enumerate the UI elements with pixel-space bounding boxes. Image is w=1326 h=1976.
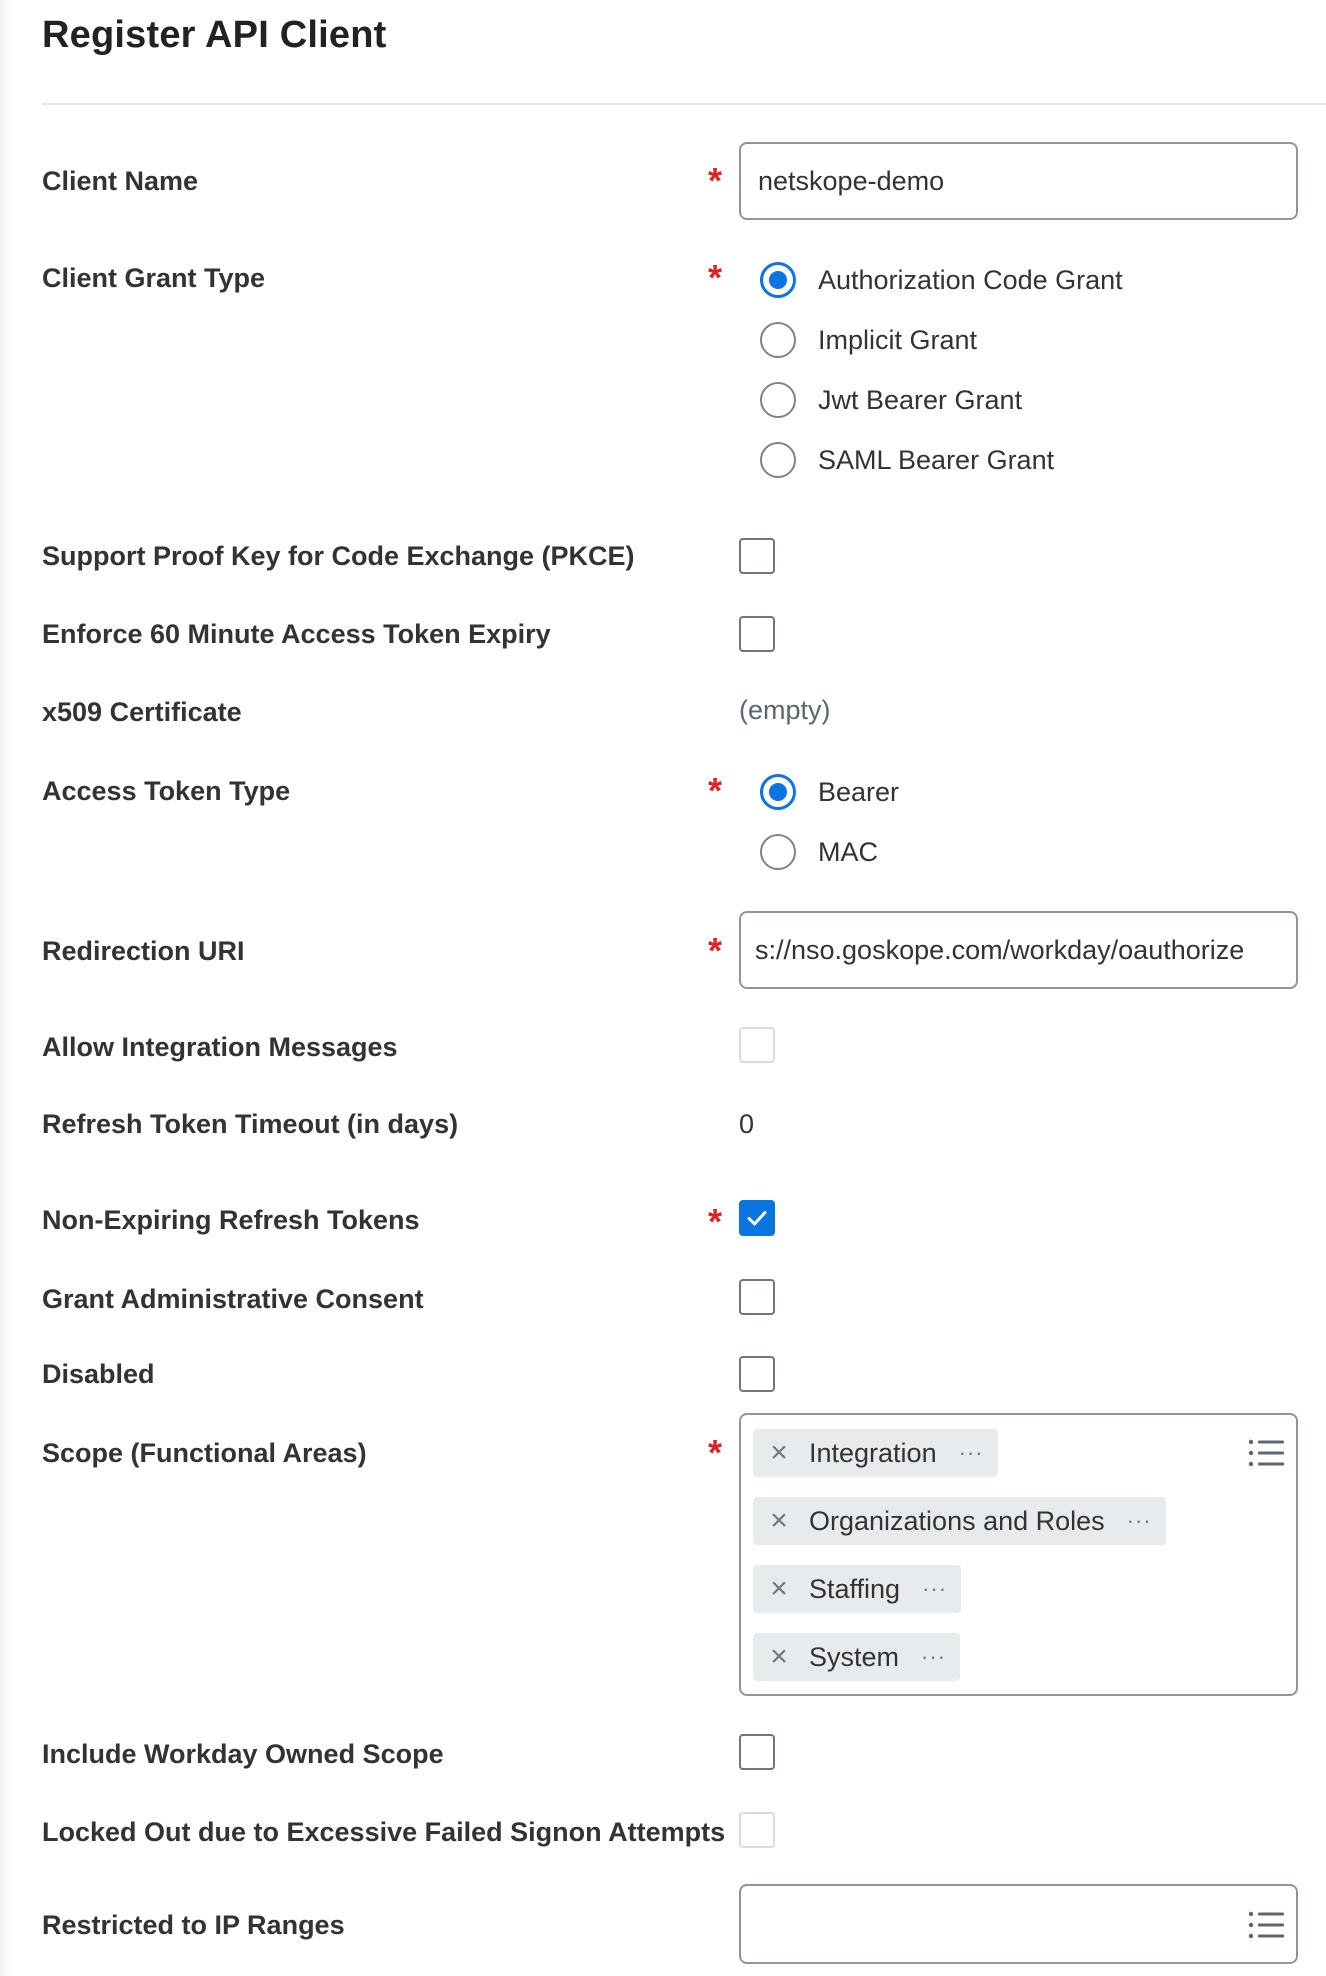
client-name-value: netskope-demo <box>758 166 945 196</box>
scope-pill-staffing[interactable]: × Staffing ··· <box>753 1565 962 1613</box>
client-grant-type-label: Client Grant Type <box>42 263 266 293</box>
radio-label: Jwt Bearer Grant <box>818 385 1023 415</box>
radio-button[interactable] <box>760 442 796 478</box>
access-token-type-label: Access Token Type <box>42 776 291 806</box>
locked-out-checkbox <box>739 1812 775 1848</box>
close-icon[interactable]: × <box>767 1574 791 1604</box>
radio-saml-bearer-grant[interactable]: SAML Bearer Grant <box>760 440 1054 480</box>
scope-pill-label: System <box>809 1642 900 1672</box>
redirection-uri-value: s://nso.goskope.com/workday/oauthorize <box>755 935 1245 965</box>
radio-button-selected[interactable] <box>760 262 796 298</box>
client-grant-type-required-marker: * <box>708 257 723 298</box>
radio-bearer[interactable]: Bearer <box>760 772 899 812</box>
pkce-label: Support Proof Key for Code Exchange (PKC… <box>42 541 635 571</box>
client-name-label: Client Name <box>42 166 199 196</box>
scope-pill-label: Organizations and Roles <box>809 1506 1105 1536</box>
scope-pill-organizations-and-roles[interactable]: × Organizations and Roles ··· <box>753 1497 1166 1545</box>
client-name-required-marker: * <box>708 160 723 201</box>
left-edge-shade <box>0 0 12 1976</box>
radio-label: Bearer <box>818 777 900 807</box>
allow-integration-messages-label: Allow Integration Messages <box>42 1032 398 1062</box>
radio-button-selected[interactable] <box>760 774 796 810</box>
radio-label: Authorization Code Grant <box>818 265 1123 295</box>
ellipsis-icon[interactable]: ··· <box>922 1578 947 1600</box>
radio-button[interactable] <box>760 322 796 358</box>
radio-button[interactable] <box>760 382 796 418</box>
include-workday-owned-scope-label: Include Workday Owned Scope <box>42 1739 444 1769</box>
x509-certificate-value: (empty) <box>739 695 831 725</box>
refresh-token-timeout-label: Refresh Token Timeout (in days) <box>42 1109 459 1139</box>
non-expiring-refresh-tokens-checkbox[interactable] <box>739 1200 775 1236</box>
radio-authorization-code-grant[interactable]: Authorization Code Grant <box>760 260 1123 300</box>
refresh-token-timeout-value: 0 <box>739 1109 755 1139</box>
radio-mac[interactable]: MAC <box>760 832 878 872</box>
list-icon[interactable] <box>1248 1439 1284 1467</box>
close-icon[interactable]: × <box>767 1438 791 1468</box>
scope-pill-label: Staffing <box>809 1574 901 1604</box>
redirection-uri-required-marker: * <box>708 930 723 971</box>
radio-jwt-bearer-grant[interactable]: Jwt Bearer Grant <box>760 380 1022 420</box>
redirection-uri-field[interactable]: s://nso.goskope.com/workday/oauthorize <box>739 911 1298 989</box>
radio-label: Implicit Grant <box>818 325 978 355</box>
list-icon[interactable] <box>1248 1911 1284 1939</box>
scope-pill-label: Integration <box>809 1438 937 1468</box>
close-icon[interactable]: × <box>767 1506 791 1536</box>
scope-multiselect[interactable]: × Integration ··· × Organizations and Ro… <box>739 1413 1298 1696</box>
token-expiry-label: Enforce 60 Minute Access Token Expiry <box>42 619 551 649</box>
close-icon[interactable]: × <box>767 1642 791 1672</box>
radio-implicit-grant[interactable]: Implicit Grant <box>760 320 977 360</box>
radio-label: MAC <box>818 837 878 867</box>
non-expiring-refresh-tokens-label: Non-Expiring Refresh Tokens <box>42 1205 420 1235</box>
grant-admin-consent-checkbox[interactable] <box>739 1279 775 1315</box>
allow-integration-messages-checkbox <box>739 1027 775 1063</box>
include-workday-owned-scope-checkbox[interactable] <box>739 1734 775 1770</box>
scope-pill-integration[interactable]: × Integration ··· <box>753 1429 998 1477</box>
locked-out-label: Locked Out due to Excessive Failed Signo… <box>42 1817 726 1847</box>
radio-label: SAML Bearer Grant <box>818 445 1055 475</box>
disabled-label: Disabled <box>42 1359 155 1389</box>
restricted-ip-ranges-label: Restricted to IP Ranges <box>42 1910 345 1940</box>
page-title: Register API Client <box>42 14 387 56</box>
client-name-field[interactable]: netskope-demo <box>739 142 1298 220</box>
scope-label: Scope (Functional Areas) <box>42 1438 367 1468</box>
restricted-ip-ranges-field[interactable] <box>739 1884 1298 1964</box>
token-expiry-checkbox[interactable] <box>739 616 775 652</box>
disabled-checkbox[interactable] <box>739 1356 775 1392</box>
ellipsis-icon[interactable]: ··· <box>1127 1510 1152 1532</box>
access-token-type-required-marker: * <box>708 770 723 811</box>
checkmark-icon <box>747 1211 767 1226</box>
register-api-client-page: Register API Client Client Name * netsko… <box>0 0 1326 1976</box>
scope-required-marker: * <box>708 1432 723 1473</box>
radio-button[interactable] <box>760 834 796 870</box>
ellipsis-icon[interactable]: ··· <box>959 1442 984 1464</box>
pkce-checkbox[interactable] <box>739 538 775 574</box>
redirection-uri-label: Redirection URI <box>42 936 245 966</box>
title-divider <box>42 103 1326 105</box>
grant-admin-consent-label: Grant Administrative Consent <box>42 1284 424 1314</box>
non-expiring-required-marker: * <box>708 1201 723 1242</box>
ellipsis-icon[interactable]: ··· <box>921 1646 946 1668</box>
scope-pill-system[interactable]: × System ··· <box>753 1633 961 1681</box>
x509-certificate-label: x509 Certificate <box>42 697 242 727</box>
